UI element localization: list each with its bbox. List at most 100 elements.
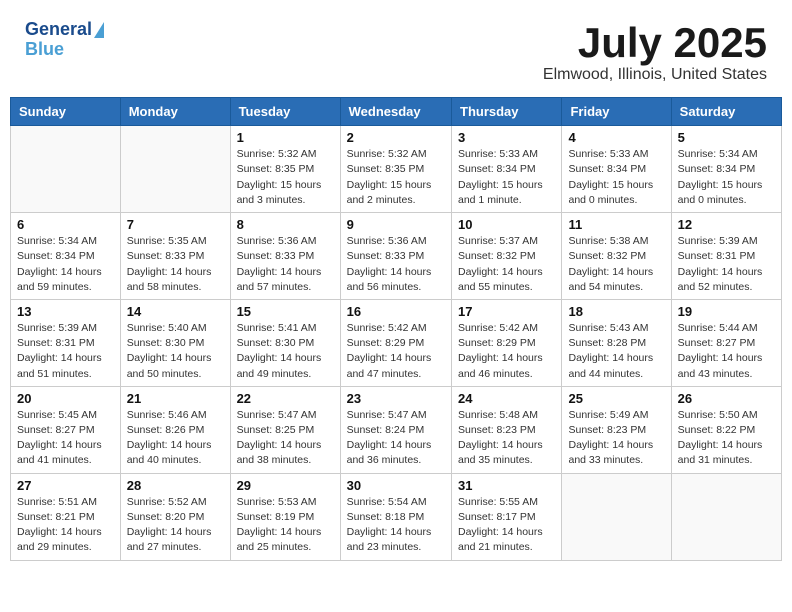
calendar-cell: 7 Sunrise: 5:35 AMSunset: 8:33 PMDaylight… <box>120 213 230 300</box>
day-info: Sunrise: 5:50 AMSunset: 8:22 PMDaylight:… <box>678 408 775 469</box>
weekday-header-saturday: Saturday <box>671 98 781 126</box>
calendar-cell: 12Sunrise: 5:39 AMSunset: 8:31 PMDayligh… <box>671 213 781 300</box>
day-info: Sunrise: 5:32 AMSunset: 8:35 PMDaylight:… <box>237 147 334 208</box>
day-number: 11 <box>568 217 664 232</box>
day-number: 7 <box>127 217 224 232</box>
calendar-week-4: 20Sunrise: 5:45 AMSunset: 8:27 PMDayligh… <box>11 386 782 473</box>
logo-text-blue: Blue <box>25 40 64 60</box>
weekday-header-tuesday: Tuesday <box>230 98 340 126</box>
day-info: Sunrise: 5:36 AMSunset: 8:33 PMDaylight:… <box>347 234 445 295</box>
day-info: Sunrise: 5:32 AMSunset: 8:35 PMDaylight:… <box>347 147 445 208</box>
day-number: 30 <box>347 478 445 493</box>
calendar-cell: 25Sunrise: 5:49 AMSunset: 8:23 PMDayligh… <box>562 386 671 473</box>
calendar-cell <box>120 126 230 213</box>
calendar-week-2: 6Sunrise: 5:34 AMSunset: 8:34 PMDaylight… <box>11 213 782 300</box>
day-info: Sunrise: 5:33 AMSunset: 8:34 PMDaylight:… <box>568 147 664 208</box>
day-info: Sunrise: 5:36 AMSunset: 8:33 PMDaylight:… <box>237 234 334 295</box>
weekday-header-friday: Friday <box>562 98 671 126</box>
calendar-cell: 20Sunrise: 5:45 AMSunset: 8:27 PMDayligh… <box>11 386 121 473</box>
day-number: 13 <box>17 304 114 319</box>
day-number: 18 <box>568 304 664 319</box>
day-info: Sunrise: 5:42 AMSunset: 8:29 PMDaylight:… <box>347 321 445 382</box>
calendar-cell: 18 Sunrise: 5:43 AMSunset: 8:28 PMDayligh… <box>562 299 671 386</box>
calendar-cell: 17 Sunrise: 5:42 AMSunset: 8:29 PMDayligh… <box>452 299 562 386</box>
logo-text-general: General <box>25 20 92 40</box>
day-number: 8 <box>237 217 334 232</box>
calendar-cell: 8 Sunrise: 5:36 AMSunset: 8:33 PMDaylight… <box>230 213 340 300</box>
month-title: July 2025 <box>543 20 767 66</box>
page-header: General Blue July 2025 Elmwood, Illinois… <box>10 10 782 89</box>
calendar-table: SundayMondayTuesdayWednesdayThursdayFrid… <box>10 97 782 560</box>
calendar-cell: 23 Sunrise: 5:47 AMSunset: 8:24 PMDayligh… <box>340 386 451 473</box>
day-number: 16 <box>347 304 445 319</box>
calendar-cell: 26 Sunrise: 5:50 AMSunset: 8:22 PMDayligh… <box>671 386 781 473</box>
day-number: 9 <box>347 217 445 232</box>
day-number: 10 <box>458 217 555 232</box>
day-info: Sunrise: 5:34 AMSunset: 8:34 PMDaylight:… <box>678 147 775 208</box>
calendar-cell: 10 Sunrise: 5:37 AMSunset: 8:32 PMDayligh… <box>452 213 562 300</box>
day-number: 27 <box>17 478 114 493</box>
day-number: 26 <box>678 391 775 406</box>
day-info: Sunrise: 5:47 AMSunset: 8:24 PMDaylight:… <box>347 408 445 469</box>
day-number: 15 <box>237 304 334 319</box>
day-info: Sunrise: 5:52 AMSunset: 8:20 PMDaylight:… <box>127 495 224 556</box>
day-number: 5 <box>678 130 775 145</box>
day-number: 28 <box>127 478 224 493</box>
day-number: 23 <box>347 391 445 406</box>
calendar-cell: 30 Sunrise: 5:54 AMSunset: 8:18 PMDayligh… <box>340 473 451 560</box>
day-number: 17 <box>458 304 555 319</box>
day-info: Sunrise: 5:55 AMSunset: 8:17 PMDaylight:… <box>458 495 555 556</box>
day-info: Sunrise: 5:38 AMSunset: 8:32 PMDaylight:… <box>568 234 664 295</box>
calendar-cell: 14Sunrise: 5:40 AMSunset: 8:30 PMDayligh… <box>120 299 230 386</box>
calendar-header-row: SundayMondayTuesdayWednesdayThursdayFrid… <box>11 98 782 126</box>
calendar-cell: 5 Sunrise: 5:34 AMSunset: 8:34 PMDaylight… <box>671 126 781 213</box>
weekday-header-thursday: Thursday <box>452 98 562 126</box>
day-info: Sunrise: 5:35 AMSunset: 8:33 PMDaylight:… <box>127 234 224 295</box>
day-number: 6 <box>17 217 114 232</box>
day-info: Sunrise: 5:44 AMSunset: 8:27 PMDaylight:… <box>678 321 775 382</box>
day-info: Sunrise: 5:33 AMSunset: 8:34 PMDaylight:… <box>458 147 555 208</box>
day-info: Sunrise: 5:49 AMSunset: 8:23 PMDaylight:… <box>568 408 664 469</box>
calendar-cell: 24Sunrise: 5:48 AMSunset: 8:23 PMDayligh… <box>452 386 562 473</box>
logo-triangle-icon <box>94 22 104 38</box>
day-info: Sunrise: 5:40 AMSunset: 8:30 PMDaylight:… <box>127 321 224 382</box>
day-info: Sunrise: 5:53 AMSunset: 8:19 PMDaylight:… <box>237 495 334 556</box>
day-number: 19 <box>678 304 775 319</box>
weekday-header-monday: Monday <box>120 98 230 126</box>
calendar-cell: 6Sunrise: 5:34 AMSunset: 8:34 PMDaylight… <box>11 213 121 300</box>
day-info: Sunrise: 5:43 AMSunset: 8:28 PMDaylight:… <box>568 321 664 382</box>
day-info: Sunrise: 5:51 AMSunset: 8:21 PMDaylight:… <box>17 495 114 556</box>
calendar-cell: 1 Sunrise: 5:32 AMSunset: 8:35 PMDaylight… <box>230 126 340 213</box>
title-section: July 2025 Elmwood, Illinois, United Stat… <box>543 20 767 84</box>
day-info: Sunrise: 5:39 AMSunset: 8:31 PMDaylight:… <box>17 321 114 382</box>
day-number: 22 <box>237 391 334 406</box>
calendar-cell: 28 Sunrise: 5:52 AMSunset: 8:20 PMDayligh… <box>120 473 230 560</box>
weekday-header-wednesday: Wednesday <box>340 98 451 126</box>
day-number: 2 <box>347 130 445 145</box>
calendar-cell <box>562 473 671 560</box>
day-number: 20 <box>17 391 114 406</box>
calendar-cell: 19 Sunrise: 5:44 AMSunset: 8:27 PMDayligh… <box>671 299 781 386</box>
calendar-cell <box>11 126 121 213</box>
calendar-cell: 3 Sunrise: 5:33 AMSunset: 8:34 PMDaylight… <box>452 126 562 213</box>
calendar-cell: 4Sunrise: 5:33 AMSunset: 8:34 PMDaylight… <box>562 126 671 213</box>
calendar-cell: 21Sunrise: 5:46 AMSunset: 8:26 PMDayligh… <box>120 386 230 473</box>
calendar-week-3: 13 Sunrise: 5:39 AMSunset: 8:31 PMDayligh… <box>11 299 782 386</box>
location-title: Elmwood, Illinois, United States <box>543 66 767 84</box>
calendar-cell: 9 Sunrise: 5:36 AMSunset: 8:33 PMDaylight… <box>340 213 451 300</box>
calendar-cell: 15Sunrise: 5:41 AMSunset: 8:30 PMDayligh… <box>230 299 340 386</box>
day-number: 24 <box>458 391 555 406</box>
calendar-cell: 16 Sunrise: 5:42 AMSunset: 8:29 PMDayligh… <box>340 299 451 386</box>
day-number: 21 <box>127 391 224 406</box>
day-info: Sunrise: 5:37 AMSunset: 8:32 PMDaylight:… <box>458 234 555 295</box>
day-number: 3 <box>458 130 555 145</box>
day-info: Sunrise: 5:42 AMSunset: 8:29 PMDaylight:… <box>458 321 555 382</box>
day-info: Sunrise: 5:54 AMSunset: 8:18 PMDaylight:… <box>347 495 445 556</box>
weekday-header-sunday: Sunday <box>11 98 121 126</box>
calendar-cell <box>671 473 781 560</box>
calendar-cell: 13 Sunrise: 5:39 AMSunset: 8:31 PMDayligh… <box>11 299 121 386</box>
calendar-cell: 31Sunrise: 5:55 AMSunset: 8:17 PMDayligh… <box>452 473 562 560</box>
day-number: 29 <box>237 478 334 493</box>
day-number: 1 <box>237 130 334 145</box>
calendar-week-1: 1 Sunrise: 5:32 AMSunset: 8:35 PMDaylight… <box>11 126 782 213</box>
